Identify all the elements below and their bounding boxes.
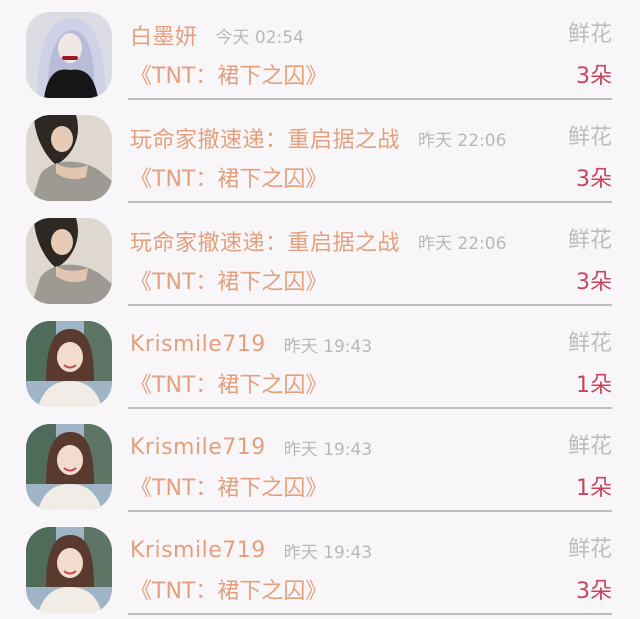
gift-record-row[interactable]: 白墨妍 今天 02:54 鲜花 《TNT：裙下之囚》 3朵 (0, 0, 640, 103)
gift-amount: 3朵 (576, 270, 612, 295)
gift-time: 昨天 19:43 (283, 439, 373, 460)
sender-name[interactable]: Krismile719 (130, 435, 266, 460)
gift-time: 昨天 22:06 (418, 130, 507, 151)
gift-record-row[interactable]: 玩命家撤速递：重启据之战 昨天 22:06 鲜花 《TNT：裙下之囚》 3朵 (0, 103, 640, 206)
avatar[interactable] (26, 321, 112, 407)
gift-time: 昨天 22:06 (418, 233, 507, 254)
gift-record-row[interactable]: Krismile719 昨天 19:43 鲜花 《TNT：裙下之囚》 1朵 (0, 309, 640, 412)
smiling-woman-avatar-image (26, 527, 112, 613)
book-title[interactable]: 《TNT：裙下之囚》 (130, 163, 327, 197)
sender-name[interactable]: 玩命家撤速递：重启据之战 (130, 122, 400, 154)
smiling-woman-avatar-image (26, 424, 112, 510)
sender-name[interactable]: 玩命家撤速递：重启据之战 (130, 225, 400, 257)
gift-type-label: 鲜花 (567, 22, 612, 47)
woman-gray-top-avatar-image (26, 115, 112, 201)
divider (128, 201, 612, 203)
divider (128, 304, 612, 306)
gift-amount: 3朵 (576, 167, 612, 192)
gift-type-label: 鲜花 (567, 434, 612, 459)
gothic-woman-avatar-image (26, 12, 112, 98)
avatar[interactable] (26, 115, 112, 201)
gift-amount: 1朵 (576, 476, 612, 501)
gift-amount: 3朵 (576, 64, 612, 89)
avatar[interactable] (26, 424, 112, 510)
gift-record-row[interactable]: 玩命家撤速递：重启据之战 昨天 22:06 鲜花 《TNT：裙下之囚》 3朵 (0, 206, 640, 309)
book-title[interactable]: 《TNT：裙下之囚》 (130, 60, 327, 94)
avatar[interactable] (26, 12, 112, 98)
gift-type-label: 鲜花 (567, 537, 612, 562)
gift-record-list: 白墨妍 今天 02:54 鲜花 《TNT：裙下之囚》 3朵 玩命家撤速递：重启据… (0, 0, 640, 619)
sender-name[interactable]: Krismile719 (130, 332, 266, 357)
gift-record-row[interactable]: Krismile719 昨天 19:43 鲜花 《TNT：裙下之囚》 1朵 (0, 412, 640, 515)
smiling-woman-avatar-image (26, 321, 112, 407)
sender-name[interactable]: Krismile719 (130, 538, 266, 563)
book-title[interactable]: 《TNT：裙下之囚》 (130, 369, 327, 403)
avatar[interactable] (26, 218, 112, 304)
woman-gray-top-avatar-image (26, 218, 112, 304)
divider (128, 510, 612, 512)
gift-type-label: 鲜花 (567, 125, 612, 150)
book-title[interactable]: 《TNT：裙下之囚》 (130, 266, 327, 300)
book-title[interactable]: 《TNT：裙下之囚》 (130, 575, 327, 609)
sender-name[interactable]: 白墨妍 (130, 19, 198, 51)
gift-amount: 3朵 (576, 579, 612, 604)
divider (128, 98, 612, 100)
avatar[interactable] (26, 527, 112, 613)
book-title[interactable]: 《TNT：裙下之囚》 (130, 472, 327, 506)
gift-type-label: 鲜花 (567, 228, 612, 253)
divider (128, 613, 612, 615)
gift-time: 昨天 19:43 (283, 336, 373, 357)
divider (128, 407, 612, 409)
gift-type-label: 鲜花 (567, 331, 612, 356)
gift-record-row[interactable]: Krismile719 昨天 19:43 鲜花 《TNT：裙下之囚》 3朵 (0, 515, 640, 618)
gift-time: 今天 02:54 (215, 27, 304, 48)
gift-amount: 1朵 (576, 373, 612, 398)
gift-time: 昨天 19:43 (283, 542, 373, 563)
